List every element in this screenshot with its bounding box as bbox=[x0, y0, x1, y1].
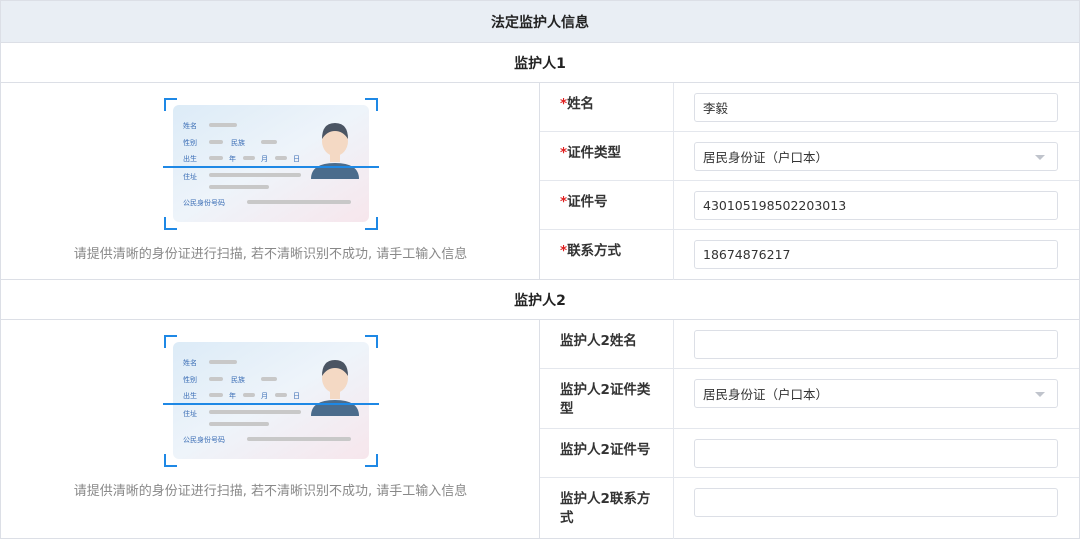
guardian1-id-number-row: *证件号 430105198502203013 bbox=[540, 181, 1079, 230]
guardian1-contact-input[interactable]: 18674876217 bbox=[694, 240, 1058, 269]
guardian2-scan-panel[interactable]: 姓名 性别 民族 出生 年 月 日 住址 公民身份号码 请提供清晰的身份证进行扫… bbox=[1, 320, 540, 538]
guardian1-id-type-row: *证件类型 居民身份证（户口本） bbox=[540, 132, 1079, 181]
guardian2-name-label: 监护人2姓名 bbox=[540, 320, 674, 368]
card-gender-label: 性别 bbox=[183, 375, 197, 384]
card-gender-label: 性别 bbox=[183, 138, 197, 147]
card-id-number-label: 公民身份号码 bbox=[183, 198, 225, 207]
guardian2-id-number-input[interactable] bbox=[694, 439, 1058, 468]
card-birth-label: 出生 bbox=[183, 154, 197, 163]
guardian2-section: 姓名 性别 民族 出生 年 月 日 住址 公民身份号码 请提供清晰的身份证进行扫… bbox=[0, 320, 1080, 539]
guardian2-id-card-scan[interactable]: 姓名 性别 民族 出生 年 月 日 住址 公民身份号码 bbox=[163, 334, 379, 468]
required-mark: * bbox=[560, 145, 568, 161]
field-label: 姓名 bbox=[567, 96, 595, 112]
card-year-label: 年 bbox=[229, 391, 236, 400]
guardian2-id-number-label: 监护人2证件号 bbox=[540, 429, 674, 477]
guardian1-contact-label: *联系方式 bbox=[540, 230, 674, 280]
guardian1-name-row: *姓名 李毅 bbox=[540, 83, 1079, 132]
guardian2-id-number-row: 监护人2证件号 bbox=[540, 429, 1079, 478]
guardian1-scan-panel[interactable]: 姓名 性别 民族 出生 年 月 日 住址 公民身份号码 请提供清晰的身份证进行扫… bbox=[1, 83, 540, 279]
id-card-illustration: 姓名 性别 民族 出生 年 月 日 住址 公民身份号码 bbox=[163, 335, 379, 467]
page-title: 法定监护人信息 bbox=[0, 0, 1080, 43]
card-name-label: 姓名 bbox=[183, 121, 197, 130]
guardian1-section: 姓名 性别 民族 出生 年 月 日 住址 公民身份号码 请提供清晰的身份证进行扫… bbox=[0, 83, 1080, 280]
guardian2-contact-input[interactable] bbox=[694, 488, 1058, 517]
required-mark: * bbox=[560, 96, 568, 112]
guardian2-id-type-label: 监护人2证件类型 bbox=[540, 369, 674, 428]
guardian1-scan-hint: 请提供清晰的身份证进行扫描, 若不清晰识别不成功, 请手工输入信息 bbox=[73, 247, 468, 262]
field-label: 联系方式 bbox=[567, 243, 622, 259]
card-address-label: 住址 bbox=[183, 172, 197, 181]
card-name-label: 姓名 bbox=[183, 358, 197, 367]
field-label: 证件号 bbox=[567, 194, 608, 210]
guardian1-name-input[interactable]: 李毅 bbox=[694, 93, 1058, 122]
guardian1-contact-row: *联系方式 18674876217 bbox=[540, 230, 1079, 280]
guardian1-id-type-label: *证件类型 bbox=[540, 132, 674, 180]
guardian1-section-title: 监护人1 bbox=[0, 43, 1080, 83]
required-mark: * bbox=[560, 194, 568, 210]
card-address-label: 住址 bbox=[183, 409, 197, 418]
card-year-label: 年 bbox=[229, 154, 236, 163]
card-id-number-label: 公民身份号码 bbox=[183, 435, 225, 444]
card-month-label: 月 bbox=[261, 155, 268, 163]
card-day-label: 日 bbox=[293, 392, 300, 400]
guardian2-contact-label: 监护人2联系方式 bbox=[540, 478, 674, 539]
guardian1-id-type-select[interactable]: 居民身份证（户口本） bbox=[694, 142, 1058, 171]
guardian1-id-card-scan[interactable]: 姓名 性别 民族 出生 年 月 日 住址 公民身份号码 bbox=[163, 97, 379, 231]
card-day-label: 日 bbox=[293, 155, 300, 163]
guardian2-scan-hint: 请提供清晰的身份证进行扫描, 若不清晰识别不成功, 请手工输入信息 bbox=[73, 484, 468, 499]
guardian2-id-type-select[interactable]: 居民身份证（户口本） bbox=[694, 379, 1058, 408]
guardian2-name-input[interactable] bbox=[694, 330, 1058, 359]
card-month-label: 月 bbox=[261, 392, 268, 400]
guardian1-id-number-label: *证件号 bbox=[540, 181, 674, 229]
card-ethnicity-label: 民族 bbox=[231, 375, 245, 384]
card-birth-label: 出生 bbox=[183, 391, 197, 400]
guardian1-id-number-input[interactable]: 430105198502203013 bbox=[694, 191, 1058, 220]
guardian1-name-label: *姓名 bbox=[540, 83, 674, 131]
id-card-illustration: 姓名 性别 民族 出生 年 月 日 住址 公民身份号码 bbox=[163, 98, 379, 230]
field-label: 证件类型 bbox=[567, 145, 622, 161]
required-mark: * bbox=[560, 243, 568, 259]
guardian2-name-row: 监护人2姓名 bbox=[540, 320, 1079, 369]
guardian2-id-type-row: 监护人2证件类型 居民身份证（户口本） bbox=[540, 369, 1079, 429]
guardian2-contact-row: 监护人2联系方式 bbox=[540, 478, 1079, 539]
card-ethnicity-label: 民族 bbox=[231, 138, 245, 147]
guardian2-section-title: 监护人2 bbox=[0, 280, 1080, 320]
